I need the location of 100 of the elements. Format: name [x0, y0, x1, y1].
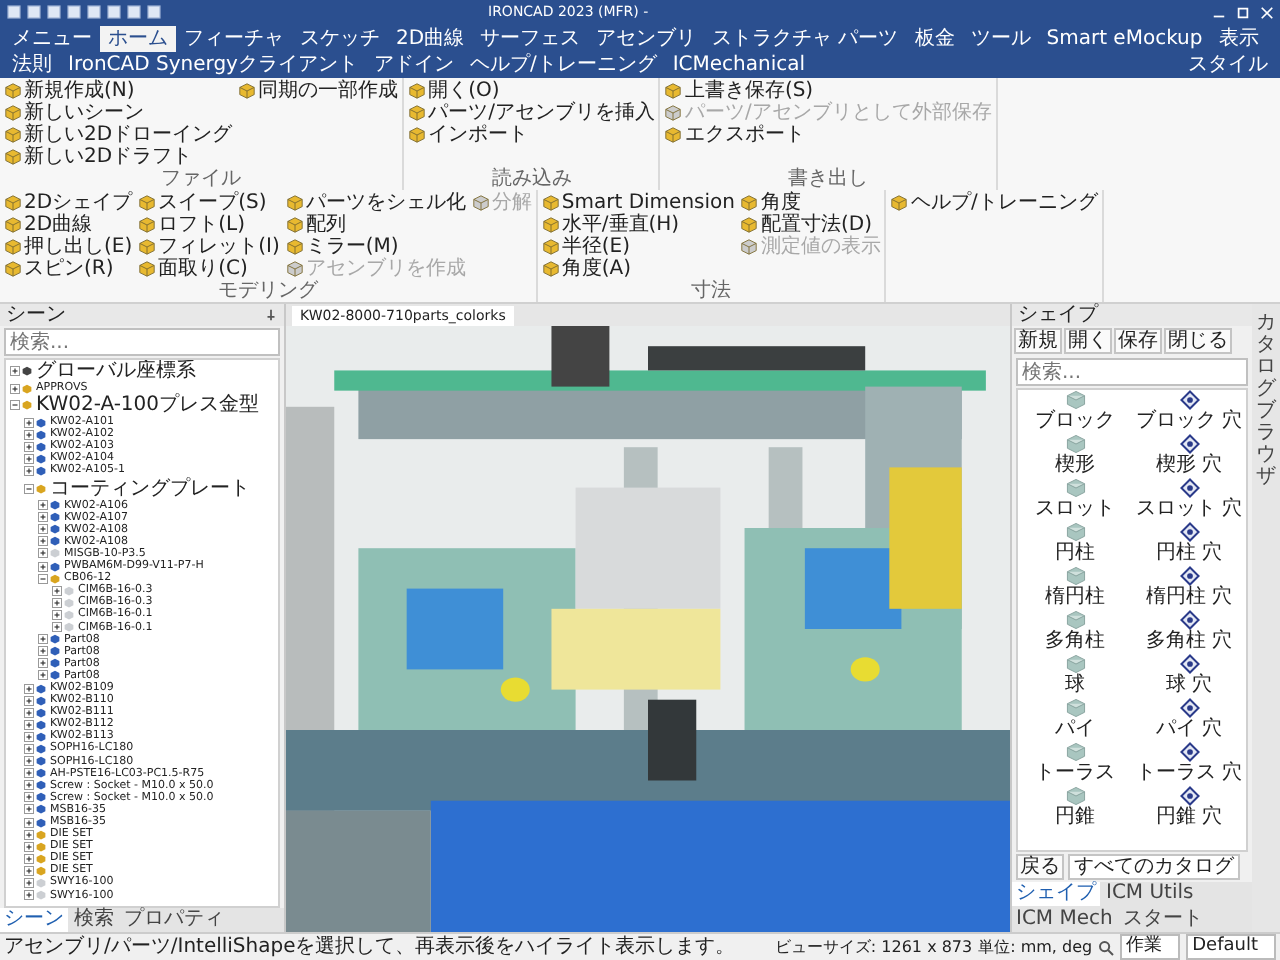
shape-item[interactable]: 楕円柱: [1018, 566, 1132, 610]
panel-tab[interactable]: ICM Mech: [1012, 908, 1117, 932]
expander-toggle[interactable]: [24, 865, 34, 876]
menu-tab[interactable]: フィーチャ: [176, 26, 292, 52]
expander-toggle[interactable]: [24, 780, 34, 791]
expander-toggle[interactable]: [10, 383, 20, 394]
ribbon-button[interactable]: 配列: [285, 214, 466, 236]
shape-item[interactable]: パイ 穴: [1132, 698, 1246, 742]
shape-item[interactable]: 楔形 穴: [1132, 434, 1246, 478]
menu-tab[interactable]: スケッチ: [292, 26, 388, 52]
expander-toggle[interactable]: [38, 561, 48, 572]
expander-toggle[interactable]: [24, 890, 34, 901]
ribbon-button[interactable]: Smart Dimension: [541, 192, 735, 214]
ribbon-button[interactable]: 角度: [740, 192, 881, 214]
tree-item[interactable]: コーティングプレート: [50, 477, 250, 500]
expander-toggle[interactable]: [38, 536, 48, 547]
expander-toggle[interactable]: [24, 466, 34, 477]
catalog-button[interactable]: 保存: [1114, 328, 1162, 354]
catalog-field[interactable]: すべてのカタログ: [1068, 854, 1240, 880]
expander-toggle[interactable]: [24, 829, 34, 840]
pin-icon[interactable]: [264, 308, 278, 322]
expander-toggle[interactable]: [10, 366, 20, 376]
menu-tab[interactable]: ヘルプ/トレーニング: [461, 52, 665, 78]
menu-tab[interactable]: アドイン: [365, 52, 462, 78]
expander-toggle[interactable]: [38, 500, 48, 511]
expander-toggle[interactable]: [38, 634, 48, 645]
ribbon-button[interactable]: 新しい2Dドラフト: [4, 146, 233, 168]
menu-tab[interactable]: 表示: [1210, 26, 1267, 52]
ribbon-button[interactable]: パーツをシェル化: [285, 192, 466, 214]
ribbon-button[interactable]: 2D曲線: [4, 214, 133, 236]
expander-toggle[interactable]: [24, 841, 34, 852]
menu-tab[interactable]: ストラクチャ パーツ: [704, 26, 907, 52]
expander-toggle[interactable]: [24, 707, 34, 718]
shape-item[interactable]: 円錐 穴: [1132, 786, 1246, 830]
expander-toggle[interactable]: [24, 817, 34, 828]
ribbon-button[interactable]: 開く(O): [408, 80, 655, 102]
ribbon-button[interactable]: スイープ(S): [138, 192, 280, 214]
shape-item[interactable]: トーラス 穴: [1132, 742, 1246, 786]
menu-tab[interactable]: IronCAD Synergyクライアント: [60, 52, 366, 78]
expander-toggle[interactable]: [38, 524, 48, 535]
shape-item[interactable]: 球: [1018, 654, 1132, 698]
maximize-icon[interactable]: [1236, 5, 1250, 19]
shape-item[interactable]: パイ: [1018, 698, 1132, 742]
ribbon-button[interactable]: ミラー(M): [285, 236, 466, 258]
ribbon-button[interactable]: 半径(E): [541, 236, 735, 258]
ribbon-button[interactable]: インポート: [408, 124, 655, 146]
expander-toggle[interactable]: [24, 878, 34, 889]
expander-toggle[interactable]: [24, 804, 34, 815]
menu-tab[interactable]: アセンブリ: [588, 26, 705, 52]
expander-toggle[interactable]: [24, 441, 34, 452]
expander-toggle[interactable]: [24, 853, 34, 864]
expander-toggle[interactable]: [52, 597, 62, 608]
panel-tab[interactable]: ICM Utils: [1102, 882, 1198, 906]
menu-tab[interactable]: ホーム: [100, 26, 176, 52]
menu-tab[interactable]: メニュー: [4, 26, 100, 52]
catalog-button[interactable]: 閉じる: [1164, 328, 1232, 354]
panel-tab[interactable]: シェイプ: [1012, 882, 1100, 906]
expander-toggle[interactable]: [24, 719, 34, 730]
expander-toggle[interactable]: [38, 670, 48, 681]
catalog-button[interactable]: 新規: [1014, 328, 1062, 354]
menu-tab[interactable]: 2D曲線: [388, 26, 473, 52]
shape-item[interactable]: ブロック 穴: [1132, 390, 1246, 434]
tree-item[interactable]: KW02-A-100プレス金型: [36, 394, 260, 417]
shape-item[interactable]: ブロック: [1018, 390, 1132, 434]
ribbon-button[interactable]: 新しいシーン: [4, 102, 233, 124]
menu-tab[interactable]: ツール: [962, 26, 1039, 52]
shape-item[interactable]: スロット: [1018, 478, 1132, 522]
ribbon-button[interactable]: 水平/垂直(H): [541, 214, 735, 236]
style-dropdown[interactable]: Default: [1186, 934, 1276, 960]
menu-tab[interactable]: ICMechanical: [664, 52, 814, 78]
style-menu[interactable]: スタイル: [1180, 52, 1276, 78]
ribbon-button[interactable]: 配置寸法(D): [740, 214, 881, 236]
expander-toggle[interactable]: [24, 683, 34, 694]
expander-toggle[interactable]: [24, 417, 34, 428]
zoom-icon[interactable]: [1098, 939, 1115, 955]
expander-toggle[interactable]: [38, 658, 48, 669]
menu-tab[interactable]: Smart eMockup: [1038, 26, 1211, 52]
search-field[interactable]: 検索...: [1016, 358, 1248, 386]
menu-tab[interactable]: 法則: [4, 52, 60, 78]
shape-item[interactable]: 円錐: [1018, 786, 1132, 830]
shape-item[interactable]: 円柱 穴: [1132, 522, 1246, 566]
expander-toggle[interactable]: [24, 483, 34, 494]
ribbon-button[interactable]: 新規作成(N): [4, 80, 233, 102]
expander-toggle[interactable]: [38, 512, 48, 523]
catalog-button[interactable]: 開く: [1064, 328, 1112, 354]
ribbon-button[interactable]: ロフト(L): [138, 214, 280, 236]
panel-tab[interactable]: 検索: [70, 908, 118, 932]
expander-toggle[interactable]: [24, 731, 34, 742]
ribbon-button[interactable]: 新しい2Dドローイング: [4, 124, 233, 146]
close-icon[interactable]: [1260, 5, 1274, 19]
ribbon-button[interactable]: 面取り(C): [138, 258, 280, 280]
panel-tab[interactable]: プロパティ: [120, 908, 228, 932]
shape-item[interactable]: 楕円柱 穴: [1132, 566, 1246, 610]
expander-toggle[interactable]: [10, 400, 20, 411]
panel-tab[interactable]: スタート: [1118, 908, 1207, 932]
expander-toggle[interactable]: [38, 646, 48, 657]
expander-toggle[interactable]: [24, 453, 34, 464]
shape-item[interactable]: 楔形: [1018, 434, 1132, 478]
shape-item[interactable]: スロット 穴: [1132, 478, 1246, 522]
ribbon-button[interactable]: 同期の一部作成: [238, 80, 399, 102]
